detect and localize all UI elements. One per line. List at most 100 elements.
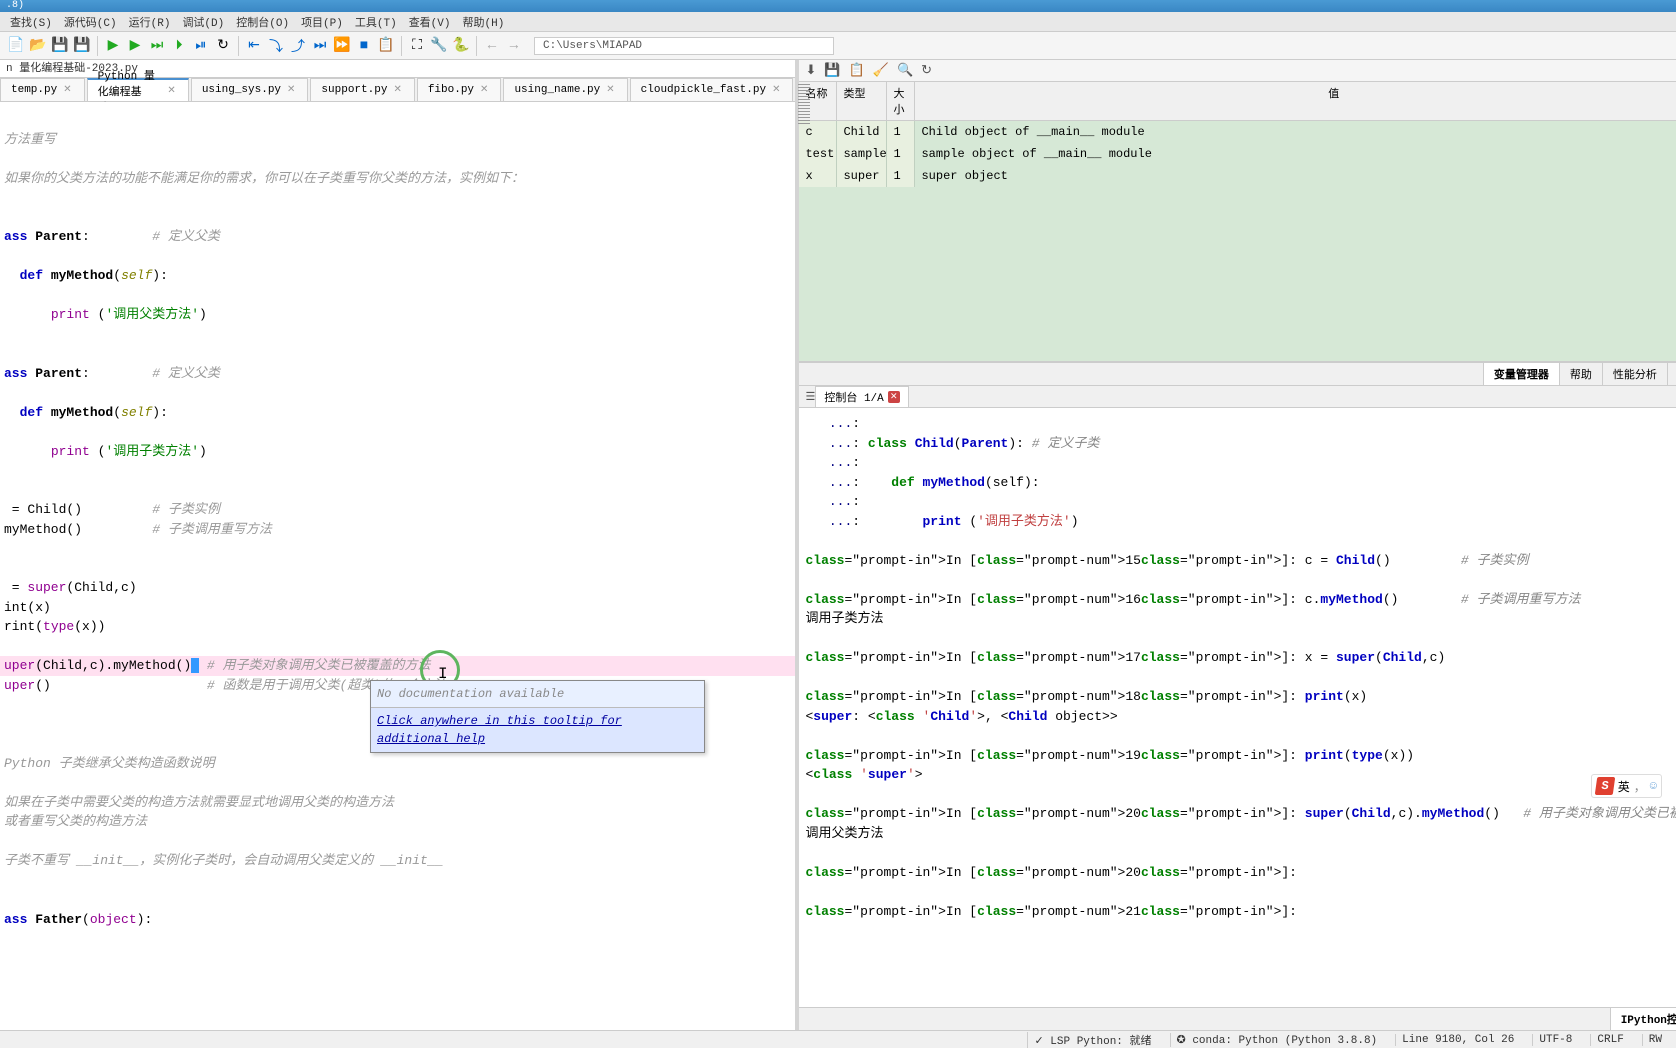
- menu-console[interactable]: 控制台(O): [230, 12, 295, 31]
- menu-source[interactable]: 源代码(C): [58, 12, 123, 31]
- code-line[interactable]: = super(Child,c): [0, 578, 795, 598]
- panel-tab-3[interactable]: 绘图: [1667, 363, 1676, 385]
- maximize-icon[interactable]: ⛶: [407, 36, 427, 56]
- run-icon[interactable]: ▶: [103, 36, 123, 56]
- close-icon[interactable]: ✕: [391, 84, 403, 96]
- step-into-icon[interactable]: ⇤: [244, 36, 264, 56]
- preferences-icon[interactable]: 🔧: [429, 36, 449, 56]
- menu-tools[interactable]: 工具(T): [349, 12, 403, 31]
- code-line[interactable]: ass Parent: # 定义父类: [0, 227, 795, 247]
- rerun-icon[interactable]: ↻: [213, 36, 233, 56]
- editor-tab-2[interactable]: using_sys.py✕: [191, 78, 309, 101]
- close-icon[interactable]: ✕: [770, 84, 782, 96]
- forward-icon[interactable]: →: [504, 36, 524, 56]
- panel-tab-2[interactable]: 性能分析: [1602, 363, 1667, 385]
- code-line[interactable]: print ('调用父类方法'): [0, 305, 795, 325]
- documentation-tooltip[interactable]: No documentation available Click anywher…: [370, 680, 705, 753]
- code-line[interactable]: [0, 871, 795, 891]
- code-line[interactable]: ass Father(object):: [0, 910, 795, 930]
- open-file-icon[interactable]: 📂: [28, 36, 48, 56]
- code-line[interactable]: 方法重写: [0, 130, 795, 150]
- variable-row[interactable]: xsuper1super object: [799, 165, 1676, 187]
- run-cell-advance-icon[interactable]: ⏭: [147, 36, 167, 56]
- menu-help[interactable]: 帮助(H): [457, 12, 511, 31]
- code-line[interactable]: [0, 208, 795, 228]
- run-cell-icon[interactable]: ▶: [125, 36, 145, 56]
- col-size[interactable]: 大小: [887, 82, 915, 120]
- code-line[interactable]: Python 子类继承父类构造函数说明: [0, 754, 795, 774]
- status-eol[interactable]: CRLF: [1590, 1034, 1629, 1046]
- clear-icon[interactable]: 🧹: [873, 63, 889, 78]
- refresh-icon[interactable]: ↻: [921, 63, 932, 78]
- variable-row[interactable]: testsample1sample object of __main__ mod…: [799, 143, 1676, 165]
- save-icon[interactable]: 💾: [50, 36, 70, 56]
- tooltip-help-link[interactable]: Click anywhere in this tooltip for addit…: [371, 708, 704, 752]
- code-line[interactable]: [0, 149, 795, 169]
- code-line[interactable]: [0, 461, 795, 481]
- continue-icon[interactable]: ⏭: [310, 36, 330, 56]
- code-line[interactable]: [0, 422, 795, 442]
- editor-tab-6[interactable]: cloudpickle_fast.py✕: [630, 78, 794, 101]
- editor-tab-1[interactable]: Python 量化编程基础-2023.py✕: [87, 78, 189, 101]
- import-data-icon[interactable]: ⬇: [805, 63, 816, 78]
- close-icon[interactable]: ✕: [165, 85, 177, 97]
- save-data-icon[interactable]: 💾: [824, 63, 840, 78]
- panel-tab-1[interactable]: 帮助: [1559, 363, 1602, 385]
- menu-debug[interactable]: 调试(D): [176, 12, 230, 31]
- col-value[interactable]: 值: [915, 82, 1676, 120]
- code-line[interactable]: int(x): [0, 598, 795, 618]
- run-selection-icon[interactable]: ⏵: [169, 36, 189, 56]
- close-icon[interactable]: ✕: [604, 84, 616, 96]
- save-as-icon[interactable]: 📋: [849, 63, 865, 78]
- variable-explorer[interactable]: 名称 类型 大小 值 cChild1Child object of __main…: [799, 82, 1676, 362]
- col-type[interactable]: 类型: [837, 82, 887, 120]
- close-icon[interactable]: ✕: [285, 84, 297, 96]
- menu-view[interactable]: 查看(V): [403, 12, 457, 31]
- menu-find[interactable]: 查找(S): [4, 12, 58, 31]
- search-var-icon[interactable]: 🔍: [897, 63, 913, 78]
- stop-icon[interactable]: ■: [354, 36, 374, 56]
- status-encoding[interactable]: UTF-8: [1532, 1034, 1578, 1046]
- code-line[interactable]: [0, 286, 795, 306]
- code-line[interactable]: [0, 188, 795, 208]
- code-line[interactable]: [0, 383, 795, 403]
- debug-icon[interactable]: ⏯: [191, 36, 211, 56]
- code-editor[interactable]: 方法重写 如果你的父类方法的功能不能满足你的需求，你可以在子类重写你父类的方法，…: [0, 102, 795, 1030]
- ime-indicator[interactable]: S 英 ， ☺: [1591, 774, 1662, 798]
- code-line[interactable]: rint(type(x)): [0, 617, 795, 637]
- code-line[interactable]: [0, 247, 795, 267]
- code-line[interactable]: [0, 539, 795, 559]
- code-line[interactable]: [0, 110, 795, 130]
- code-line[interactable]: uper(Child,c).myMethod() # 用子类对象调用父类已被覆盖…: [0, 656, 795, 676]
- save-all-icon[interactable]: 💾: [72, 36, 92, 56]
- code-line[interactable]: [0, 637, 795, 657]
- code-line[interactable]: [0, 890, 795, 910]
- status-lsp[interactable]: ✓ LSP Python: 就绪: [1027, 1032, 1157, 1048]
- code-line[interactable]: [0, 832, 795, 852]
- code-line[interactable]: [0, 481, 795, 501]
- working-dir-input[interactable]: C:\Users\MIAPAD: [534, 37, 834, 55]
- code-line[interactable]: [0, 325, 795, 345]
- code-line[interactable]: 如果你的父类方法的功能不能满足你的需求，你可以在子类重写你父类的方法，实例如下：: [0, 169, 795, 189]
- step-over-icon[interactable]: ⤵: [266, 36, 286, 56]
- console-menu-icon[interactable]: ☰: [805, 390, 815, 404]
- bottom-tab-0[interactable]: IPython控制台: [1610, 1008, 1676, 1030]
- close-icon[interactable]: ✕: [478, 84, 490, 96]
- next-bp-icon[interactable]: ⏩: [332, 36, 352, 56]
- close-icon[interactable]: ✕: [888, 391, 900, 403]
- editor-tab-4[interactable]: fibo.py✕: [417, 78, 502, 101]
- variable-row[interactable]: cChild1Child object of __main__ module: [799, 121, 1676, 143]
- pythonpath-icon[interactable]: 🐍: [451, 36, 471, 56]
- panel-tab-0[interactable]: 变量管理器: [1483, 363, 1559, 385]
- back-icon[interactable]: ←: [482, 36, 502, 56]
- status-conda[interactable]: ✪ conda: Python (Python 3.8.8): [1170, 1033, 1384, 1047]
- code-line[interactable]: 或者重写父类的构造方法: [0, 812, 795, 832]
- console-tab-1[interactable]: 控制台 1/A ✕: [815, 386, 908, 408]
- code-line[interactable]: print ('调用子类方法'): [0, 442, 795, 462]
- code-line[interactable]: 子类不重写 __init__，实例化子类时，会自动调用父类定义的 __init_…: [0, 851, 795, 871]
- ipython-console[interactable]: ...: ...: class Child(Parent): # 定义子类 ..…: [799, 408, 1676, 1007]
- ime-emoji-icon[interactable]: ☺: [1650, 779, 1657, 793]
- code-line[interactable]: [0, 773, 795, 793]
- code-line[interactable]: myMethod() # 子类调用重写方法: [0, 520, 795, 540]
- code-line[interactable]: [0, 559, 795, 579]
